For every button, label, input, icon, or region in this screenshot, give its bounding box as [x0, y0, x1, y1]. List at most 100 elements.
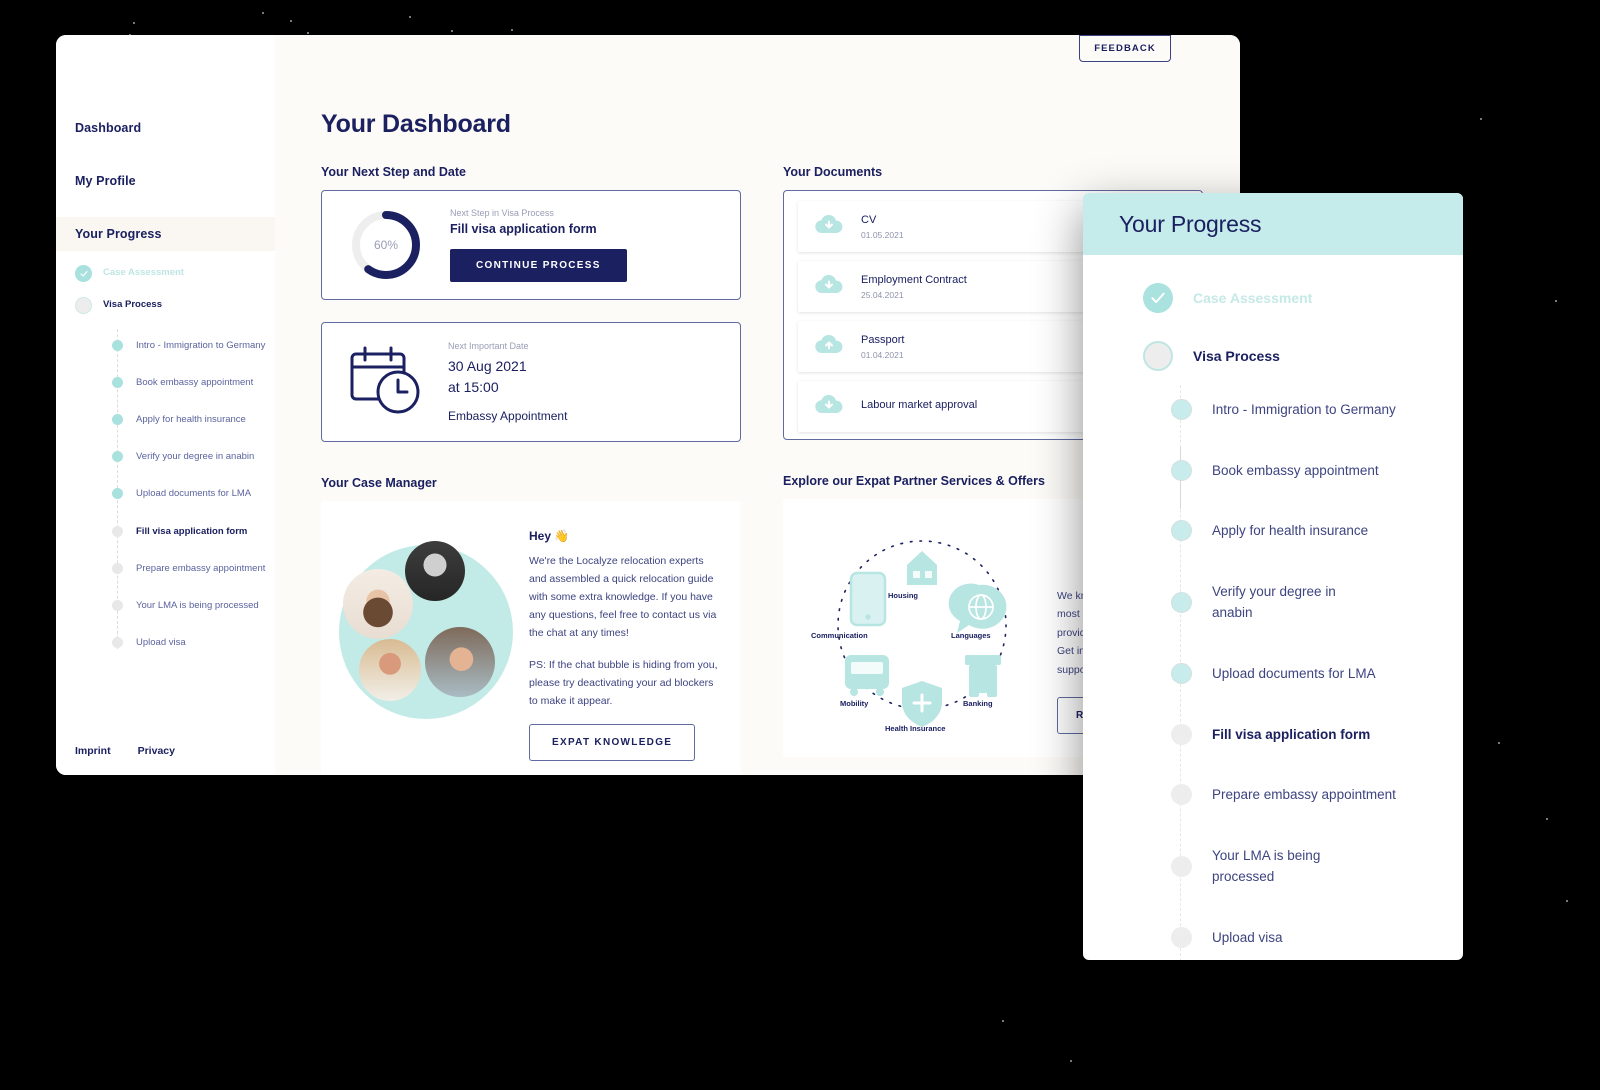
star-speck — [1070, 1060, 1072, 1062]
substep-prepare-embassy-appointment[interactable]: Prepare embassy appointment — [112, 562, 275, 575]
step-dot-icon — [112, 377, 123, 389]
progress-step-fill-visa-application-form[interactable]: Fill visa application form — [1171, 723, 1463, 746]
wheel-label-banking: Banking — [963, 699, 993, 708]
sidebar-item-label: My Profile — [75, 174, 136, 188]
substep-book-embassy-appointment[interactable]: Book embassy appointment — [112, 376, 275, 389]
progress-step-prepare-embassy-appointment[interactable]: Prepare embassy appointment — [1171, 784, 1463, 806]
step-dot-icon — [112, 340, 123, 352]
wheel-label-communication: Communication — [811, 631, 868, 640]
step-dot-icon — [112, 414, 123, 426]
substep-verify-degree-anabin[interactable]: Verify your degree in anabin — [112, 450, 275, 463]
substep-upload-documents-lma[interactable]: Upload documents for LMA — [112, 487, 275, 500]
documents-section-title: Your Documents — [783, 165, 883, 179]
next-date-kicker: Next Important Date — [448, 341, 529, 352]
progress-donut-chart: 60% — [348, 207, 424, 283]
progress-overlay-panel: Your Progress Case Assessment Visa Proce… — [1083, 193, 1463, 960]
substep-label: Fill visa application form — [136, 525, 248, 537]
sidebar-footer: Imprint Privacy — [75, 745, 175, 757]
sidebar-item-dashboard[interactable]: Dashboard — [56, 111, 275, 145]
document-date: 25.04.2021 — [861, 289, 904, 300]
substep-intro-immigration[interactable]: Intro - Immigration to Germany — [112, 339, 275, 352]
next-step-kicker: Next Step in Visa Process — [450, 208, 554, 218]
cloud-upload-icon — [814, 333, 844, 360]
progress-stage-visa-process[interactable]: Visa Process — [1083, 341, 1463, 371]
continue-process-button[interactable]: CONTINUE PROCESS — [450, 249, 627, 282]
substep-lma-being-processed[interactable]: Your LMA is being processed — [112, 599, 275, 612]
progress-panel-body: Case Assessment Visa Process Intro - Imm… — [1083, 255, 1463, 960]
substep-label: Intro - Immigration to Germany — [136, 340, 266, 351]
privacy-link[interactable]: Privacy — [138, 745, 175, 757]
avatar — [405, 541, 465, 601]
substep-label: Upload visa — [136, 636, 186, 648]
tree-stage-visa-process[interactable]: Visa Process — [75, 297, 275, 314]
progress-step-label: Apply for health insurance — [1212, 523, 1369, 539]
star-speck — [133, 22, 135, 24]
progress-step-lma-being-processed[interactable]: Your LMA is being processed — [1171, 845, 1463, 888]
next-date-line2: at 15:00 — [448, 378, 499, 395]
star-speck — [1555, 300, 1557, 302]
progress-step-upload-visa[interactable]: Upload visa — [1171, 927, 1463, 949]
case-manager-text: Hey 👋 We're the Localyze relocation expe… — [529, 519, 719, 762]
substep-upload-visa[interactable]: Upload visa — [112, 636, 275, 649]
step-dot-icon — [112, 451, 123, 463]
next-date-subject: Embassy Appointment — [448, 408, 568, 423]
progress-step-label: Verify your degree in anabin — [1212, 583, 1336, 621]
check-circle-icon — [1143, 283, 1173, 313]
sidebar-item-your-progress[interactable]: Your Progress — [56, 217, 275, 251]
calendar-clock-icon — [348, 345, 422, 420]
step-dot-icon — [112, 599, 123, 611]
expat-knowledge-button[interactable]: EXPAT KNOWLEDGE — [529, 724, 696, 762]
step-dot-icon — [1171, 855, 1192, 877]
step-dot-icon — [1171, 520, 1192, 542]
document-name: Passport — [861, 333, 905, 346]
star-speck — [511, 29, 513, 31]
progress-step-upload-documents-lma[interactable]: Upload documents for LMA — [1171, 663, 1463, 685]
substep-fill-visa-application-form[interactable]: Fill visa application form — [112, 525, 275, 538]
wheel-label-housing: Housing — [888, 591, 918, 600]
substep-label: Apply for health insurance — [136, 414, 246, 426]
progress-step-book-embassy-appointment[interactable]: Book embassy appointment — [1171, 459, 1463, 482]
step-dot-icon — [1171, 663, 1192, 685]
check-circle-icon — [75, 265, 92, 282]
progress-step-intro-immigration[interactable]: Intro - Immigration to Germany — [1171, 399, 1463, 421]
avatar — [425, 627, 495, 697]
app-window: Dashboard My Profile Your Progress Case … — [56, 35, 1240, 775]
step-dot-icon — [112, 488, 123, 500]
progress-stage-case-assessment[interactable]: Case Assessment — [1083, 283, 1463, 313]
step-dot-icon — [1171, 784, 1192, 806]
sidebar: Dashboard My Profile Your Progress Case … — [56, 35, 275, 775]
case-manager-paragraph-2: PS: If the chat bubble is hiding from yo… — [529, 659, 718, 708]
wheel-label-languages: Languages — [951, 631, 991, 640]
progress-steps-list: Intro - Immigration to Germany Book emba… — [1083, 385, 1463, 960]
step-dot-icon — [1171, 591, 1192, 613]
next-date-line1: 30 Aug 2021 — [448, 358, 527, 375]
sidebar-item-my-profile[interactable]: My Profile — [56, 164, 275, 198]
document-date: 01.04.2021 — [861, 349, 904, 360]
feedback-button[interactable]: FEEDBACK — [1079, 35, 1171, 62]
document-meta: Employment Contract 25.04.2021 — [861, 274, 967, 300]
stage-circle-icon — [75, 297, 92, 314]
progress-step-apply-health-insurance[interactable]: Apply for health insurance — [1171, 520, 1463, 542]
case-manager-section-title: Your Case Manager — [321, 476, 437, 490]
progress-step-label: Prepare embassy appointment — [1212, 787, 1396, 803]
case-manager-card: Hey 👋 We're the Localyze relocation expe… — [321, 501, 741, 775]
document-date: 01.05.2021 — [861, 229, 904, 240]
substep-apply-health-insurance[interactable]: Apply for health insurance — [112, 413, 275, 426]
substep-label: Book embassy appointment — [136, 377, 254, 389]
case-manager-paragraph-1: We're the Localyze relocation experts an… — [529, 555, 717, 640]
star-speck — [1480, 118, 1482, 120]
progress-step-label: Your LMA is being processed — [1212, 847, 1321, 885]
star-speck — [262, 12, 264, 14]
imprint-link[interactable]: Imprint — [75, 745, 111, 757]
wheel-label-mobility: Mobility — [840, 699, 869, 708]
avatar — [343, 569, 413, 639]
tree-stage-case-assessment[interactable]: Case Assessment — [75, 265, 275, 282]
step-dot-icon — [112, 562, 123, 574]
document-meta: Passport 01.04.2021 — [861, 334, 904, 360]
progress-step-verify-degree-anabin[interactable]: Verify your degree in anabin — [1171, 581, 1463, 624]
star-speck — [290, 20, 292, 22]
progress-stage-label: Visa Process — [1193, 348, 1280, 364]
avatar — [359, 639, 421, 701]
star-speck — [1546, 818, 1548, 820]
cloud-download-icon — [814, 393, 844, 420]
